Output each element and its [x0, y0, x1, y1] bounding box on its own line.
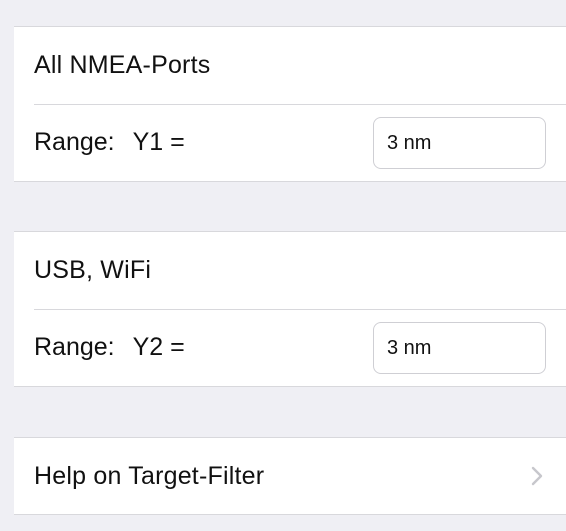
nmea-range-label: Range: Y1 = — [34, 128, 185, 157]
help-target-filter-row[interactable]: Help on Target-Filter — [14, 438, 566, 514]
nmea-ports-header-row: All NMEA-Ports — [14, 27, 566, 104]
usb-range-text: Range: — [34, 333, 115, 361]
nmea-range-row: Range: Y1 = 3 nm — [14, 104, 566, 181]
nmea-ports-group: All NMEA-Ports Range: Y1 = 3 nm — [14, 26, 566, 182]
usb-wifi-header-row: USB, WiFi — [14, 232, 566, 309]
nmea-range-text: Range: — [34, 128, 115, 156]
usb-range-label: Range: Y2 = — [34, 333, 185, 362]
help-target-filter-label: Help on Target-Filter — [34, 461, 265, 490]
usb-wifi-title: USB, WiFi — [34, 256, 152, 284]
nmea-range-variable: Y1 = — [132, 128, 185, 156]
nmea-ports-title: All NMEA-Ports — [34, 51, 211, 79]
y1-range-value: 3 nm — [387, 131, 432, 154]
usb-wifi-group: USB, WiFi Range: Y2 = 3 nm — [14, 231, 566, 387]
y1-range-input[interactable]: 3 nm — [373, 117, 546, 169]
y2-range-input[interactable]: 3 nm — [373, 322, 546, 374]
help-group: Help on Target-Filter — [14, 437, 566, 515]
usb-range-variable: Y2 = — [132, 333, 185, 361]
y2-range-value: 3 nm — [387, 336, 432, 359]
usb-range-row: Range: Y2 = 3 nm — [14, 309, 566, 386]
chevron-right-icon — [531, 466, 543, 486]
